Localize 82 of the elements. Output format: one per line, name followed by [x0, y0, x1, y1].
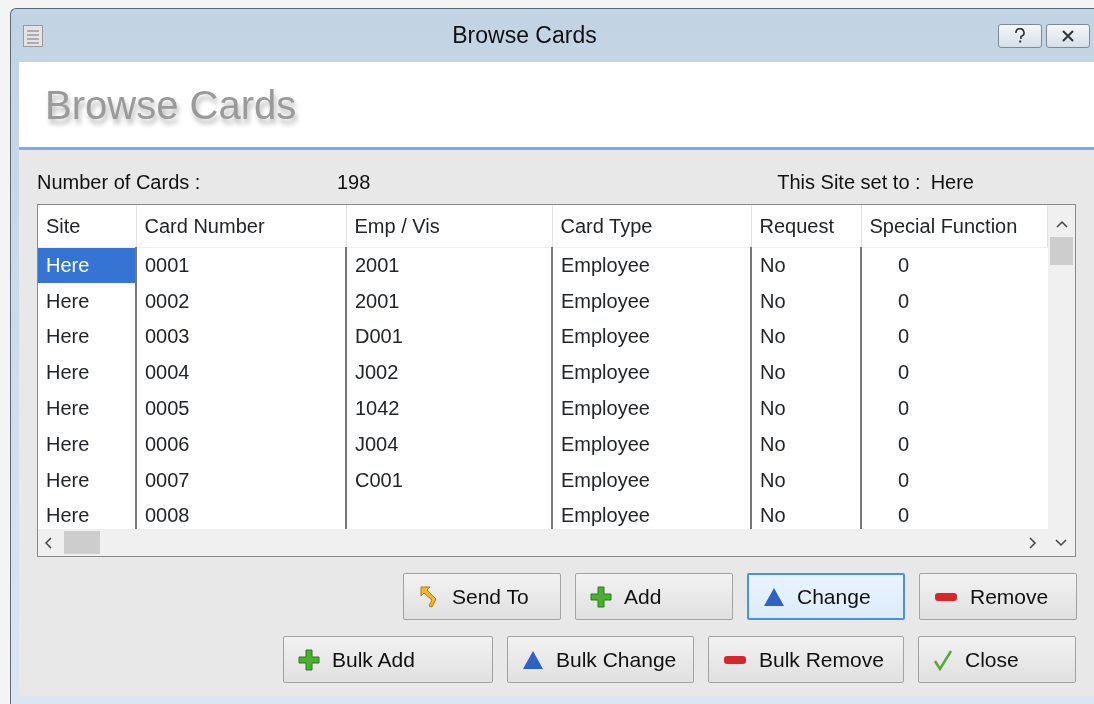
column-header[interactable]: Card Type [552, 205, 751, 247]
table-cell: 0004 [136, 354, 346, 391]
help-icon [1014, 27, 1026, 44]
table-cell: 0 [861, 390, 1047, 426]
table-cell: 0001 [136, 247, 346, 283]
action-button[interactable]: Remove [919, 573, 1077, 620]
table-cell: Here [38, 390, 136, 426]
table-cell: 0006 [136, 426, 346, 462]
table-cell: Here [38, 426, 136, 462]
table-cell: D001 [346, 318, 552, 355]
scroll-down-icon[interactable] [1055, 539, 1067, 547]
table-cell: No [751, 247, 861, 283]
table-cell: 2001 [346, 282, 552, 319]
table-cell: J004 [346, 426, 552, 462]
table-cell: Here [38, 318, 136, 355]
table-cell: Employee [552, 390, 751, 426]
scroll-left-icon[interactable] [44, 537, 52, 549]
vertical-scrollbar[interactable] [1048, 205, 1075, 529]
column-header[interactable]: Special Function [861, 205, 1047, 247]
table-cell: 0007 [136, 461, 346, 498]
window-title: Browse Cards [451, 21, 598, 51]
table-cell: 0002 [136, 282, 346, 319]
close-icon [1061, 29, 1075, 42]
table-cell: No [751, 354, 861, 391]
close-button[interactable] [1046, 23, 1090, 48]
table-cell: Employee [552, 247, 751, 283]
table-cell: J002 [346, 354, 552, 391]
table-cell: Employee [552, 318, 751, 355]
table-cell: Here [38, 247, 136, 283]
table-cell: No [751, 390, 861, 426]
table-cell: No [751, 318, 861, 355]
triangle-icon [522, 649, 544, 670]
plus-icon [298, 648, 320, 671]
action-button[interactable]: Close [918, 636, 1076, 683]
action-button[interactable]: Bulk Change [507, 636, 694, 683]
table-cell: 0 [861, 461, 1047, 498]
site-value: Here [930, 170, 974, 195]
table-cell: 0005 [136, 390, 346, 426]
card-count: 198 [337, 170, 372, 195]
minus-icon [723, 654, 747, 665]
table-cell: No [751, 461, 861, 498]
action-button[interactable]: Bulk Remove [708, 636, 904, 683]
column-header[interactable]: Request [751, 205, 861, 247]
info-label: Number of Cards : [37, 170, 202, 195]
page-heading: Browse Cards [45, 81, 297, 129]
horizontal-scrollbar[interactable] [38, 529, 1075, 556]
table-cell: Here [38, 354, 136, 391]
table-cell: 0 [861, 497, 1047, 534]
table-cell: Here [38, 461, 136, 498]
check-icon [933, 648, 953, 671]
table-cell: No [751, 282, 861, 319]
action-button[interactable]: Change [747, 573, 905, 620]
table-cell: 0003 [136, 318, 346, 355]
table-cell: 0 [861, 354, 1047, 391]
help-button[interactable] [998, 23, 1042, 48]
scroll-up-icon[interactable] [1056, 220, 1068, 228]
column-header[interactable]: Emp / Vis [346, 205, 552, 247]
plus-icon [590, 585, 612, 608]
action-button[interactable]: Add [575, 573, 733, 620]
table-cell: 0 [861, 247, 1047, 283]
column-header[interactable]: Card Number [136, 205, 346, 247]
table-cell: 0 [861, 426, 1047, 462]
table-cell: 1042 [346, 390, 552, 426]
table-cell: C001 [346, 461, 552, 498]
info-label: This Site set to : [777, 170, 921, 195]
column-header[interactable]: Site [38, 205, 136, 247]
scroll-right-icon[interactable] [1029, 537, 1037, 549]
table-cell: Employee [552, 426, 751, 462]
table-cell: No [751, 426, 861, 462]
action-button[interactable]: Bulk Add [283, 636, 493, 683]
minus-icon [934, 591, 958, 602]
table-cell: 0 [861, 282, 1047, 319]
table-cell: Employee [552, 282, 751, 319]
triangle-icon [763, 586, 785, 607]
table-cell: Employee [552, 354, 751, 391]
table-cell: 0 [861, 318, 1047, 355]
table-cell: 2001 [346, 247, 552, 283]
scrollbar-thumb[interactable] [1050, 237, 1073, 265]
table-cell: Here [38, 282, 136, 319]
table-cell: Employee [552, 461, 751, 498]
scrollbar-thumb[interactable] [64, 531, 100, 554]
action-button[interactable]: Send To [403, 573, 561, 620]
